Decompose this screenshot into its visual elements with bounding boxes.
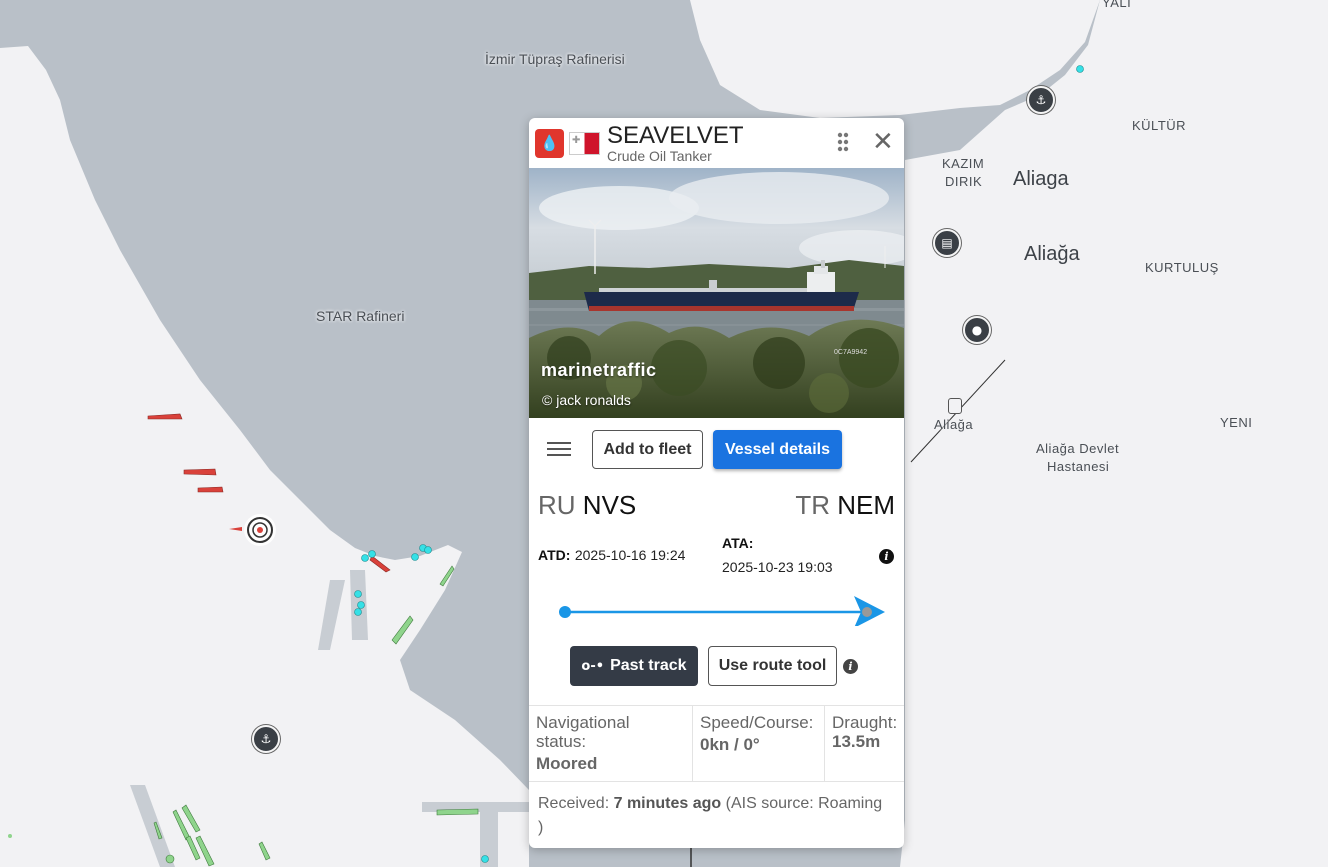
vessel-details-button[interactable]: Vessel details: [713, 430, 842, 469]
vessel-popup: 💧 ✚ SEAVELVET Crude Oil Tanker ✕ 0C7A994…: [529, 118, 904, 848]
passenger-marker: [357, 601, 365, 609]
malta-flag-icon: ✚: [569, 132, 600, 155]
tanker-marker: [197, 486, 224, 493]
map-label-yali: YALI: [1102, 0, 1132, 10]
ata-value: 2025-10-23 19:03: [722, 559, 833, 575]
passenger-marker: [354, 608, 362, 616]
passenger-marker: [354, 590, 362, 598]
atd-label: ATD:: [538, 547, 571, 563]
close-icon[interactable]: ✕: [872, 128, 894, 156]
info-icon[interactable]: i: [843, 659, 858, 674]
passenger-marker: [361, 554, 369, 562]
cargo-dot-marker: [165, 854, 175, 864]
cargo-marker: [436, 808, 479, 816]
map-label-kurtulus: KURTULUŞ: [1145, 260, 1219, 275]
photo-watermark: marinetraffic: [541, 360, 657, 380]
photo-id: 0C7A9942: [834, 349, 868, 356]
voyage-progress-bar: [559, 596, 885, 626]
received-value: 7 minutes ago: [613, 795, 722, 812]
arrival-port: TR NEM: [795, 490, 895, 521]
speed-course-cell: Speed/Course: 0kn / 0°: [693, 706, 825, 781]
map-label-kazim: KAZIM: [942, 156, 985, 171]
container-terminal-icon[interactable]: ▤: [933, 229, 961, 257]
vessel-type: Crude Oil Tanker: [607, 148, 712, 164]
passenger-marker: [1076, 65, 1084, 73]
map-label-izmir-tupras: İzmir Tüpraş Rafinerisi: [485, 51, 625, 67]
nav-status-label-2: status:: [536, 732, 587, 751]
map-label-aliaga-town: Aliağa: [1024, 243, 1080, 265]
atd: ATD: 2025-10-16 19:24: [538, 547, 685, 565]
add-to-fleet-button[interactable]: Add to fleet: [592, 430, 703, 469]
vessel-photo[interactable]: 0C7A9942 marinetraffic © jack ronalds: [529, 168, 904, 418]
map-label-aliaga: Aliaga: [1013, 168, 1069, 190]
passenger-marker: [368, 550, 376, 558]
nav-status-label-1: Navigational: [536, 713, 630, 732]
past-track-icon: o-•: [581, 659, 605, 674]
train-station-icon[interactable]: [948, 398, 962, 414]
speed-course-label: Speed/Course:: [700, 713, 814, 732]
status-grid: Navigational status: Moored Speed/Course…: [529, 705, 904, 782]
departure-code: NVS: [582, 490, 637, 520]
past-track-label: Past track: [610, 657, 687, 674]
tanker-marker: [183, 468, 217, 476]
port-crane-icon[interactable]: ⚓: [1027, 86, 1055, 114]
info-icon[interactable]: i: [879, 549, 894, 564]
selected-vessel-target[interactable]: [244, 514, 276, 546]
received-label: Received:: [538, 795, 610, 812]
draught-value: 13.5m: [832, 732, 881, 751]
map-label-aliaga-station: Aliağa: [934, 417, 974, 432]
ais-source-close: ): [538, 819, 544, 836]
map-label-hospital-line2: Hastanesi: [1047, 459, 1110, 474]
speed-course-value: 0kn / 0°: [700, 735, 760, 754]
map-label-hospital-line1: Aliağa Devlet: [1036, 441, 1120, 456]
ata-label: ATA:: [722, 535, 754, 551]
port-crane-icon[interactable]: ⚓: [252, 725, 280, 753]
photo-credit: © jack ronalds: [542, 392, 631, 408]
received-info: Received: 7 minutes ago (AIS source: Roa…: [538, 792, 898, 840]
route-tool-button[interactable]: Use route tool: [708, 646, 837, 686]
arrival-country: TR: [795, 490, 830, 520]
vessel-name: SEAVELVET: [607, 122, 744, 149]
passenger-marker: [424, 546, 432, 554]
pier: [190, 478, 240, 484]
departure-port: RU NVS: [538, 490, 636, 521]
draught-cell: Draught: 13.5m: [825, 706, 904, 781]
passenger-marker: [481, 855, 489, 863]
draught-label: Draught:: [832, 713, 898, 732]
ais-source: (AIS source: Roaming: [725, 795, 883, 812]
nav-status-cell: Navigational status: Moored: [529, 706, 693, 781]
drag-handle-icon[interactable]: [837, 132, 855, 154]
past-track-button[interactable]: o-• Past track: [570, 646, 698, 686]
port-agent-icon[interactable]: ●: [963, 316, 991, 344]
passenger-marker: [411, 553, 419, 561]
popup-header: 💧 ✚ SEAVELVET Crude Oil Tanker ✕: [529, 118, 904, 168]
departure-country: RU: [538, 490, 576, 520]
map-label-star-rafineri: STAR Rafineri: [316, 308, 405, 324]
arrival-code: NEM: [837, 490, 895, 520]
oil-drop-icon: 💧: [535, 129, 564, 158]
map-label-yeni: YENI: [1220, 415, 1253, 430]
atd-value: 2025-10-16 19:24: [574, 547, 686, 563]
map-label-dirik: DIRIK: [945, 174, 983, 189]
map-label-kultur: KÜLTÜR: [1132, 118, 1187, 133]
cargo-dot-marker: [8, 834, 12, 838]
nav-status-value: Moored: [536, 754, 598, 773]
menu-icon[interactable]: [547, 440, 571, 458]
